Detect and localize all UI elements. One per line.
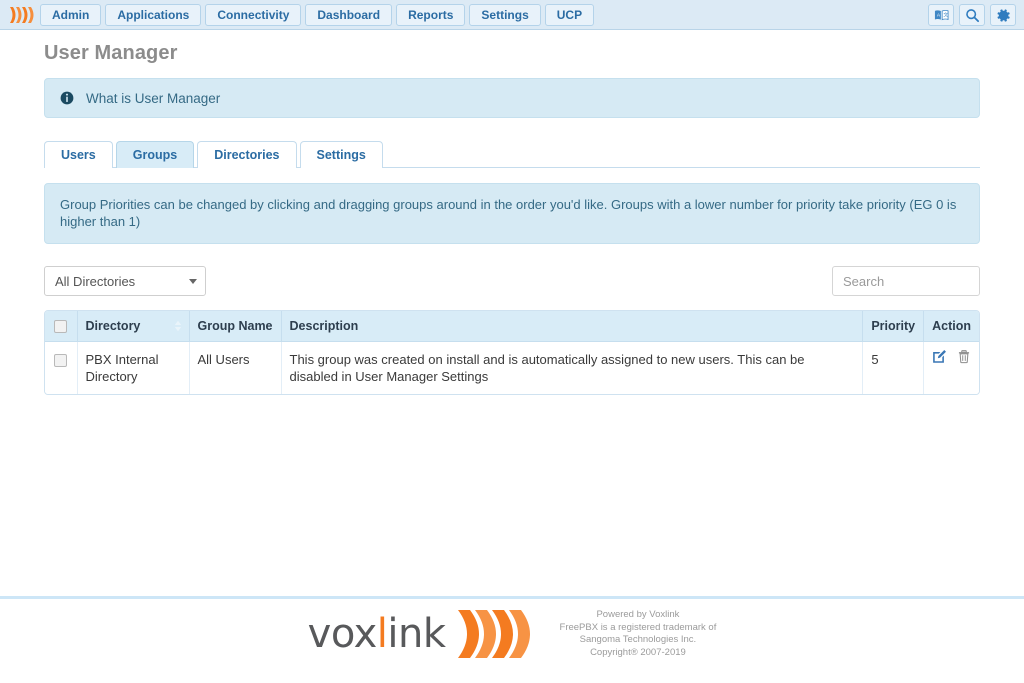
cell-description: This group was created on install and is… [281,341,864,395]
footer-line-1: Powered by Voxlink [596,609,680,620]
content-container: What is User Manager Users Groups Direct… [44,78,980,396]
what-is-user-manager-banner[interactable]: What is User Manager [44,78,980,118]
top-bar-actions: A 文 [928,0,1016,30]
select-all-checkbox[interactable] [54,320,68,334]
edit-group-button[interactable] [932,349,947,368]
footer-line-3: Sangoma Technologies Inc. [579,634,697,645]
header-action: Action [923,311,979,343]
row-select-cell [45,341,78,395]
voxlink-wave-logo-icon[interactable] [8,5,34,25]
language-button[interactable]: A 文 [928,4,954,26]
nav-item-applications[interactable]: Applications [105,3,202,26]
nav-item-reports[interactable]: Reports [396,3,466,26]
header-label: Description [289,319,359,334]
nav-item-dashboard[interactable]: Dashboard [305,3,393,26]
tab-groups[interactable]: Groups [115,141,195,168]
header-label: Directory [85,319,141,334]
top-navigation-bar: Admin Applications Connectivity Dashboar… [0,0,1024,30]
table-row[interactable]: PBX Internal Directory All Users This gr… [45,341,979,395]
row-checkbox[interactable] [54,354,68,368]
footer-line-4: Copyright® 2007-2019 [590,646,686,658]
search-button[interactable] [959,4,985,26]
tab-label: Settings [316,147,366,162]
header-description[interactable]: Description [281,311,864,343]
groups-table: Directory Group Name Description Priorit… [45,311,979,395]
footer-line-2: FreePBX is a registered trademark of [559,621,717,633]
page-title: User Manager [44,42,178,64]
groups-tab-panel: Group Priorities can be changed by click… [44,167,980,396]
header-directory[interactable]: Directory [77,311,190,343]
nav-label: UCP [556,7,583,22]
search-input[interactable] [832,266,980,296]
footer-credits: Powered by Voxlink FreePBX is a register… [560,609,717,659]
sort-indicator-icon [174,320,181,332]
banner-label: What is User Manager [86,90,221,106]
edit-icon [933,350,947,364]
header-priority[interactable]: Priority [862,311,925,343]
footer-divider [0,596,1024,599]
cell-directory: PBX Internal Directory [77,341,190,395]
cell-actions [924,342,979,394]
wordmark-part1: vox [307,611,378,657]
select-all-header [45,311,78,343]
tab-label: Groups [132,147,178,162]
delete-icon [958,350,969,364]
table-header-row: Directory Group Name Description Priorit… [45,311,979,343]
tab-settings[interactable]: Settings [299,141,383,168]
table-head: Directory Group Name Description Priorit… [45,311,979,343]
footer-logo: voxlink Powered by Voxlink FreePBX is a … [308,606,717,662]
tab-users[interactable]: Users [44,141,113,168]
groups-table-container: Directory Group Name Description Priorit… [44,310,980,396]
voxlink-wordmark: voxlink [308,614,446,654]
header-label: Group Name [197,319,273,334]
gear-icon [996,8,1010,22]
page-footer: voxlink Powered by Voxlink FreePBX is a … [0,606,1024,662]
header-group-name[interactable]: Group Name [189,311,282,343]
cell-group-name: All Users [189,341,282,395]
search-icon [965,8,979,22]
voxlink-wave-logo-icon [457,610,530,658]
directory-filter-value[interactable]: All Directories [44,266,206,296]
table-toolbar: All Directories [44,266,980,296]
nav-label: Settings [481,7,529,22]
settings-button[interactable] [990,4,1016,26]
main-menu: Admin Applications Connectivity Dashboar… [40,3,595,26]
tab-label: Directories [214,147,280,162]
nav-label: Connectivity [217,7,290,22]
table-body: PBX Internal Directory All Users This gr… [45,341,979,395]
nav-item-connectivity[interactable]: Connectivity [205,3,302,26]
delete-group-button[interactable] [957,349,971,368]
header-label: Priority [871,319,916,334]
nav-label: Dashboard [317,7,381,22]
nav-label: Reports [408,7,454,22]
group-priorities-info: Group Priorities can be changed by click… [44,183,980,244]
directory-filter[interactable]: All Directories [44,266,206,296]
tab-label: Users [61,147,96,162]
cell-priority: 5 [862,341,925,395]
nav-item-admin[interactable]: Admin [40,3,102,26]
tab-bar: Users Groups Directories Settings [44,140,980,168]
nav-item-settings[interactable]: Settings [469,3,541,26]
page-content: User Manager What is User Manager Users … [0,42,1024,396]
header-label: Action [932,319,971,334]
language-icon: A 文 [934,9,948,20]
wordmark-accent: l [376,611,388,657]
info-circle-icon [60,91,74,105]
wordmark-part2: ink [387,611,446,657]
nav-item-ucp[interactable]: UCP [544,3,595,26]
nav-label: Admin [52,7,90,22]
tab-directories[interactable]: Directories [197,141,297,168]
nav-label: Applications [117,7,190,22]
